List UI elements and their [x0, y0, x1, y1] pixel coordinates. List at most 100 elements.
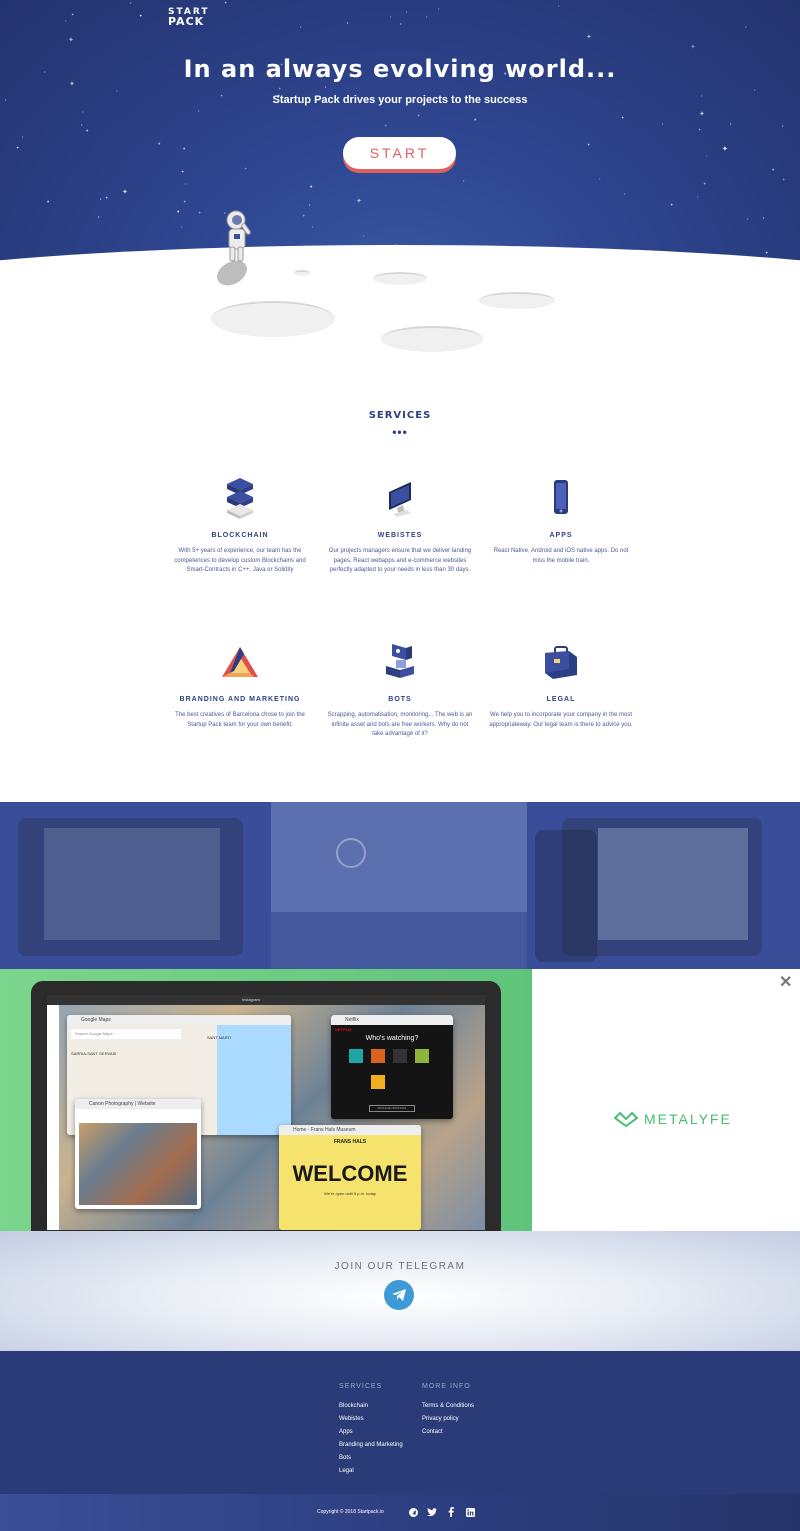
footer-link-websites[interactable]: Webistes: [339, 1413, 403, 1426]
service-blockchain: BLOCKCHAIN With 5+ years of experience, …: [165, 472, 315, 576]
twitter-icon[interactable]: [427, 1507, 437, 1517]
service-bots: BOTS Scrapping, automatisation, monitori…: [325, 636, 475, 740]
window-title: Netflix: [331, 1015, 453, 1025]
service-name: BLOCKCHAIN: [211, 532, 269, 539]
telegram-section: JOIN OUR TELEGRAM: [0, 1231, 800, 1351]
footer-link-blockchain[interactable]: Blockchain: [339, 1400, 403, 1413]
laptop-mockup: Instagram Google Maps Search Google Maps…: [31, 981, 501, 1231]
star-icon: •: [130, 0, 132, 5]
star-icon: •: [325, 84, 327, 89]
start-button[interactable]: START: [343, 137, 456, 169]
star-icon: ✦: [139, 13, 143, 18]
browser-toolbar: Instagram: [47, 995, 485, 1005]
triangle-icon: [165, 636, 315, 688]
star-icon: •: [474, 117, 477, 124]
profile-avatar[interactable]: [393, 1049, 407, 1063]
close-icon[interactable]: ✕: [779, 972, 792, 992]
profile-avatar[interactable]: [371, 1049, 385, 1063]
footer-link-branding[interactable]: Branding and Marketing: [339, 1439, 403, 1452]
map-label: SANT MARTI: [207, 1035, 232, 1040]
star-icon: •: [82, 109, 84, 114]
star-icon: •: [183, 146, 186, 153]
footer-link-contact[interactable]: Contact: [422, 1426, 474, 1439]
museum-hours: We're open until 5 p.m. today: [324, 1191, 376, 1196]
map-search-input[interactable]: Search Google Maps: [71, 1029, 181, 1039]
star-icon: ✦: [384, 123, 388, 128]
robot-icon: [325, 636, 475, 688]
star-icon: •: [181, 224, 183, 229]
star-icon: •: [158, 141, 161, 148]
crater: [211, 301, 335, 337]
service-websites: WEBISTES Our projects managers ensure th…: [325, 472, 475, 576]
browser-tab: Instagram: [242, 997, 260, 1002]
star-icon: ✦: [587, 142, 591, 147]
star-icon: ✦: [722, 146, 728, 153]
footer-link-bots[interactable]: Bots: [339, 1452, 403, 1465]
star-icon: ✦: [699, 111, 705, 118]
footer-link-legal[interactable]: Legal: [339, 1465, 403, 1478]
star-icon: •: [81, 122, 83, 127]
footer-info-column: MORE INFO Terms & Conditions Privacy pol…: [422, 1383, 474, 1439]
briefcase-icon: [486, 636, 636, 688]
star-icon: ✦: [16, 145, 20, 150]
footer-column-title: SERVICES: [339, 1383, 383, 1390]
copyright: Copyright © 2018 Startpack.io: [317, 1509, 384, 1515]
profile-avatar[interactable]: [415, 1049, 429, 1063]
footer-bottom-bar: Copyright © 2018 Startpack.io: [0, 1494, 800, 1531]
logo-line-2: PACK: [168, 15, 205, 28]
star-icon: ✦: [621, 115, 625, 120]
profile-avatar[interactable]: [371, 1075, 385, 1089]
star-icon: ✦: [356, 198, 362, 205]
portfolio-banner: [0, 802, 800, 969]
telegram-button[interactable]: [384, 1280, 414, 1310]
star-icon: •: [463, 178, 465, 183]
hero-subtitle: Startup Pack drives your projects to the…: [272, 94, 528, 106]
star-icon: •: [406, 9, 408, 14]
telegram-plane-icon: [392, 1289, 406, 1301]
service-name: APPS: [549, 532, 573, 539]
facebook-icon[interactable]: [446, 1507, 456, 1517]
manage-profiles-button[interactable]: MANAGE PROFILES: [369, 1105, 415, 1112]
star-icon: ✦: [198, 210, 202, 215]
star-icon: ✦: [765, 250, 769, 255]
star-icon: •: [730, 121, 732, 126]
footer-link-apps[interactable]: Apps: [339, 1426, 403, 1439]
star-icon: •: [198, 108, 200, 113]
star-icon: •: [706, 153, 708, 158]
footer-link-privacy[interactable]: Privacy policy: [422, 1413, 474, 1426]
showcase-image: Instagram Google Maps Search Google Maps…: [0, 969, 532, 1231]
profile-avatar[interactable]: [349, 1049, 363, 1063]
logo[interactable]: START PACK: [168, 8, 210, 28]
portfolio-panel-2: [271, 802, 527, 912]
star-icon: •: [347, 20, 349, 25]
footer-link-terms[interactable]: Terms & Conditions: [422, 1400, 474, 1413]
smartphone-icon: [486, 472, 636, 524]
star-icon: •: [98, 214, 100, 219]
telegram-icon[interactable]: [408, 1507, 418, 1517]
star-icon: ✦: [244, 166, 248, 171]
netflix-window: Netflix NETFLIX Who's watching? MANAGE P…: [331, 1015, 453, 1119]
star-icon: •: [400, 21, 402, 26]
service-description: The best creatives of Barcelona chose to…: [175, 712, 305, 728]
portfolio-phone: [535, 830, 597, 962]
photo-grid: [79, 1123, 197, 1205]
star-icon: ✦: [224, 0, 228, 5]
star-icon: •: [747, 216, 749, 221]
star-icon: •: [312, 224, 314, 229]
map-label: SARRIA-SANT GERVASI: [71, 1051, 117, 1056]
social-links: [408, 1507, 475, 1517]
star-icon: ✦: [698, 127, 702, 132]
star-icon: •: [697, 194, 699, 199]
star-icon: •: [624, 191, 626, 196]
monitor-icon: [325, 472, 475, 524]
museum-logo: FRANS HALS: [333, 1139, 367, 1145]
star-icon: ✦: [703, 181, 707, 186]
star-icon: •: [185, 181, 187, 186]
star-icon: •: [754, 87, 756, 92]
museum-window: Home - Frans Hals Museum FRANS HALS WELC…: [279, 1125, 421, 1230]
star-icon: ✦: [68, 37, 74, 44]
footer: SERVICES Blockchain Webistes Apps Brandi…: [0, 1351, 800, 1494]
linkedin-icon[interactable]: [465, 1507, 475, 1517]
star-icon: •: [86, 128, 89, 135]
star-icon: •: [745, 24, 747, 29]
